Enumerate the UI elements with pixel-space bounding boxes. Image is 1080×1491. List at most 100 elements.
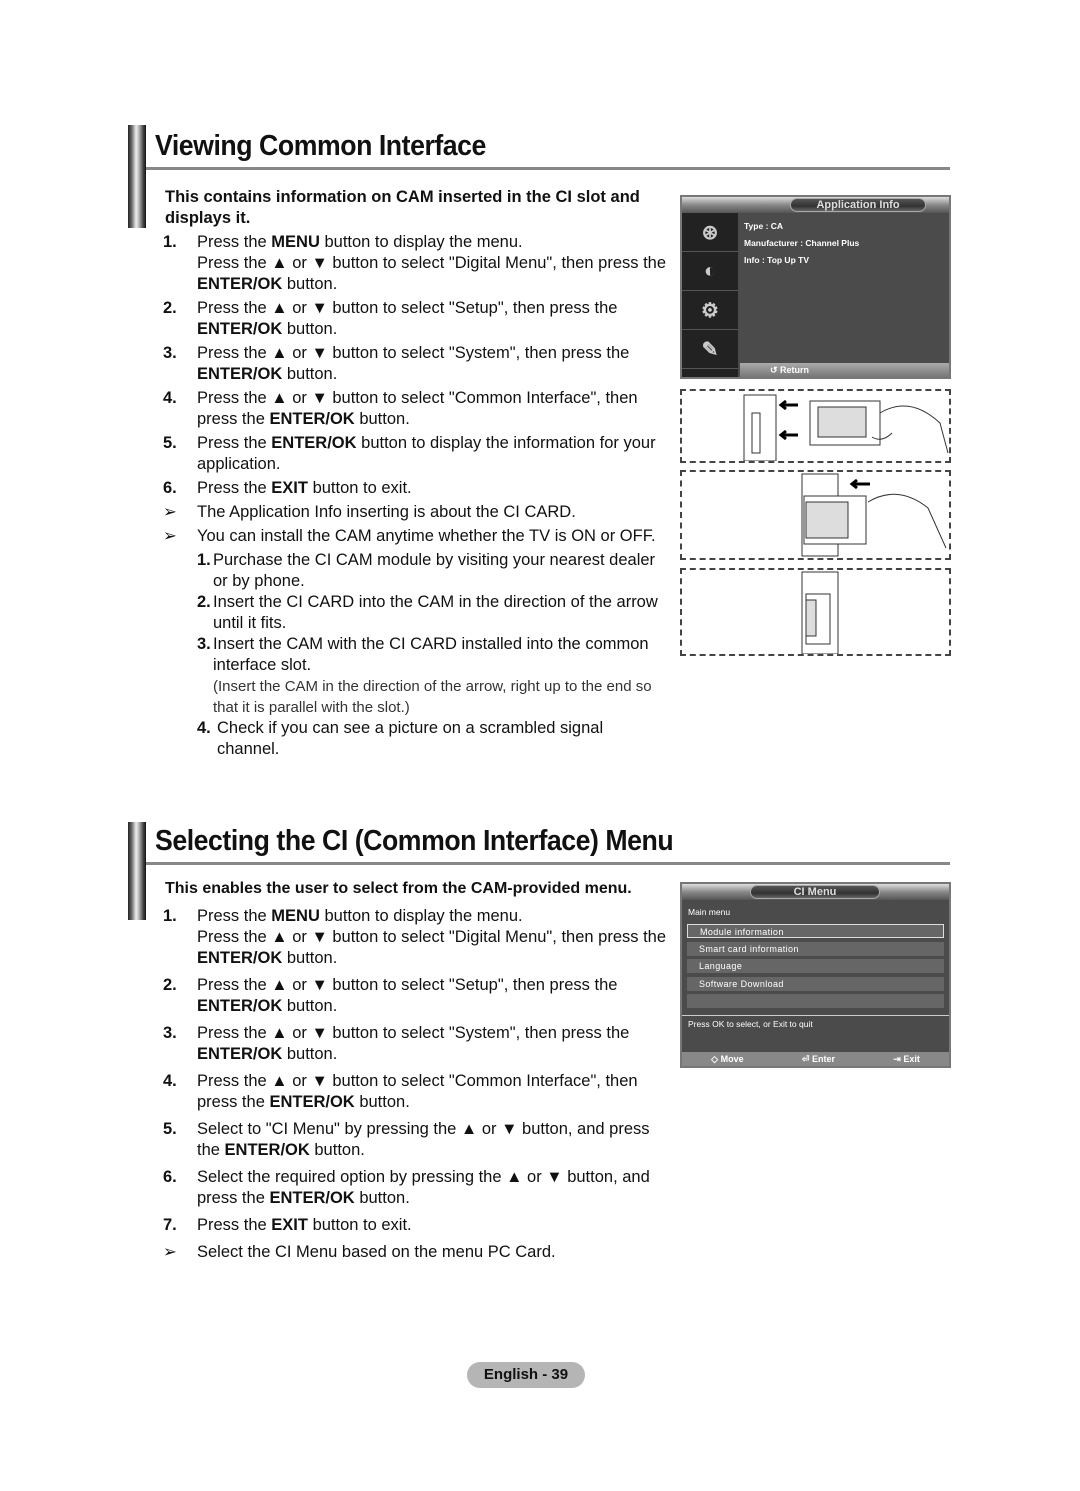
language-icon: ✎	[682, 330, 738, 369]
step-text: Press the EXIT button to exit.	[197, 479, 412, 497]
satellite-dish-icon: ◐	[682, 252, 738, 291]
ci-divider	[682, 1015, 949, 1016]
osd-type: Type : CA	[744, 221, 784, 231]
step-number: 1.	[163, 907, 177, 925]
step-item: 1. Press the MENU button to display the m…	[163, 232, 668, 295]
step-text: Press the ▲ or ▼ button to select "Commo…	[197, 389, 638, 428]
step-number: 4.	[163, 1072, 177, 1090]
section-title-ci-menu: Selecting the CI (Common Interface) Menu	[155, 825, 674, 857]
steps-list: 1. Press the MENU button to display the m…	[163, 906, 668, 1266]
ci-menu-item[interactable]: Smart card information	[687, 941, 944, 956]
note-arrow-icon: ➢	[163, 1243, 177, 1261]
sub-step-number: 2.	[197, 593, 211, 611]
step-item: 6. Select the required option by pressing…	[163, 1167, 668, 1209]
step-text: Press the ▲ or ▼ button to select "Setup…	[197, 299, 618, 338]
return-icon: ↺	[770, 365, 781, 375]
step-text: Press the ▲ or ▼ button to select "Commo…	[197, 1072, 638, 1111]
step-text: Select to "CI Menu" by pressing the ▲ or…	[197, 1120, 650, 1159]
note-arrow-icon: ➢	[163, 527, 177, 545]
step-item: 2. Press the ▲ or ▼ button to select "Set…	[163, 975, 668, 1017]
ci-menu-osd: CI Menu Main menu Module information Smar…	[680, 882, 951, 1068]
ci-hint: Press OK to select, or Exit to quit	[688, 1019, 813, 1029]
step-number: 1.	[163, 233, 177, 251]
step-item: 3. Press the ▲ or ▼ button to select "Sys…	[163, 343, 668, 385]
sub-step-number: 3.	[197, 635, 211, 653]
page-number: English - 39	[467, 1362, 585, 1388]
step-number: 3.	[163, 344, 177, 362]
section-intro: This contains information on CAM inserte…	[165, 188, 640, 227]
note-arrow-icon: ➢	[163, 503, 177, 521]
note-text: Select the CI Menu based on the menu PC …	[197, 1243, 556, 1261]
step-text: Press the ▲ or ▼ button to select "Syste…	[197, 1024, 630, 1063]
enter-icon: ⏎	[801, 1054, 812, 1064]
step-item: 6. Press the EXIT button to exit.	[163, 478, 668, 499]
step-item: 5. Press the ENTER/OK button to display t…	[163, 433, 668, 475]
film-reel-icon: ⊛	[682, 213, 738, 252]
sub-step-number: 4.	[197, 719, 211, 737]
step-text: Press the MENU button to display the men…	[197, 907, 667, 967]
note-item: ➢ You can install the CAM anytime whether…	[163, 526, 668, 547]
step-number: 3.	[163, 1024, 177, 1042]
section-rule	[146, 862, 950, 865]
cam-inserted-illustration	[801, 571, 839, 655]
illustration-insert-card	[680, 389, 951, 463]
section-rule	[146, 167, 950, 170]
step-item: 5. Select to "CI Menu" by pressing the ▲ …	[163, 1119, 668, 1161]
ci-footer-exit[interactable]: ⇥ Exit	[893, 1052, 920, 1066]
illustration-insert-cam	[680, 470, 951, 560]
note-item: ➢ The Application Info inserting is about…	[163, 502, 668, 523]
osd-side-icons: ⊛ ◐ ⚙ ✎	[682, 213, 738, 377]
osd-return-button[interactable]: ↺ Return	[740, 363, 949, 377]
step-text: Press the ▲ or ▼ button to select "Setup…	[197, 976, 618, 1015]
osd-header: CI Menu	[682, 884, 949, 900]
osd-title: Application Info	[790, 198, 926, 212]
sub-step-item: 2. Insert the CI CARD into the CAM in the…	[197, 592, 668, 634]
ci-menu-item[interactable]: Software Download	[687, 976, 944, 991]
step-number: 4.	[163, 389, 177, 407]
section-title-viewing-ci: Viewing Common Interface	[155, 130, 486, 162]
osd-title: CI Menu	[750, 885, 880, 899]
sub-step-text: Check if you can see a picture on a scra…	[217, 719, 604, 758]
sub-step-text: Insert the CI CARD into the CAM in the d…	[213, 593, 658, 632]
illustration-cam-inserted	[680, 568, 951, 656]
step-text: Press the ▲ or ▼ button to select "Syste…	[197, 344, 630, 383]
section-bar	[128, 125, 146, 228]
sub-step-item: 4. Check if you can see a picture on a sc…	[197, 718, 668, 760]
ci-footer-enter[interactable]: ⏎ Enter	[802, 1052, 835, 1066]
cam-card-illustration	[743, 394, 949, 462]
step-number: 6.	[163, 1168, 177, 1186]
step-number: 2.	[163, 976, 177, 994]
sub-step-item: 3. Insert the CAM with the CI CARD instal…	[197, 634, 668, 676]
step-text: Select the required option by pressing t…	[197, 1168, 650, 1207]
step-item: 1. Press the MENU button to display the m…	[163, 906, 668, 969]
application-info-osd: Application Info ⊛ ◐ ⚙ ✎ Type : CA Manuf…	[680, 195, 951, 379]
step-item: 4. Press the ▲ or ▼ button to select "Com…	[163, 1071, 668, 1113]
note-item: ➢ Select the CI Menu based on the menu PC…	[163, 1242, 668, 1263]
step-item: 7. Press the EXIT button to exit.	[163, 1215, 668, 1236]
step-text: Press the EXIT button to exit.	[197, 1216, 412, 1234]
step-text: Press the MENU button to display the men…	[197, 233, 667, 293]
step-number: 5.	[163, 1120, 177, 1138]
step-text: Press the ENTER/OK button to display the…	[197, 434, 656, 473]
sub-step-item: 1. Purchase the CI CAM module by visiting…	[197, 550, 668, 592]
osd-info: Info : Top Up TV	[744, 255, 809, 265]
gear-icon: ⚙	[682, 291, 738, 330]
osd-header: Application Info	[682, 197, 949, 213]
step-item: 2. Press the ▲ or ▼ button to select "Set…	[163, 298, 668, 340]
ci-menu-item[interactable]: Module information	[687, 924, 944, 938]
ci-menu-item[interactable]: Language	[687, 959, 944, 973]
osd-manufacturer: Manufacturer : Channel Plus	[744, 238, 860, 248]
step-number: 7.	[163, 1216, 177, 1234]
step-number: 2.	[163, 299, 177, 317]
ci-footer-move[interactable]: ◇ Move	[711, 1052, 743, 1066]
sub-step-note: (Insert the CAM in the direction of the …	[213, 678, 652, 716]
cam-slot-illustration	[801, 473, 947, 557]
ci-menu-item[interactable]	[687, 994, 944, 1008]
move-icon: ◇	[711, 1054, 721, 1064]
section-bar	[128, 822, 146, 920]
step-number: 5.	[163, 434, 177, 452]
step-number: 6.	[163, 479, 177, 497]
section-intro: This enables the user to select from the…	[165, 880, 632, 897]
exit-icon: ⇥	[893, 1054, 904, 1064]
note-text: You can install the CAM anytime whether …	[197, 527, 656, 545]
